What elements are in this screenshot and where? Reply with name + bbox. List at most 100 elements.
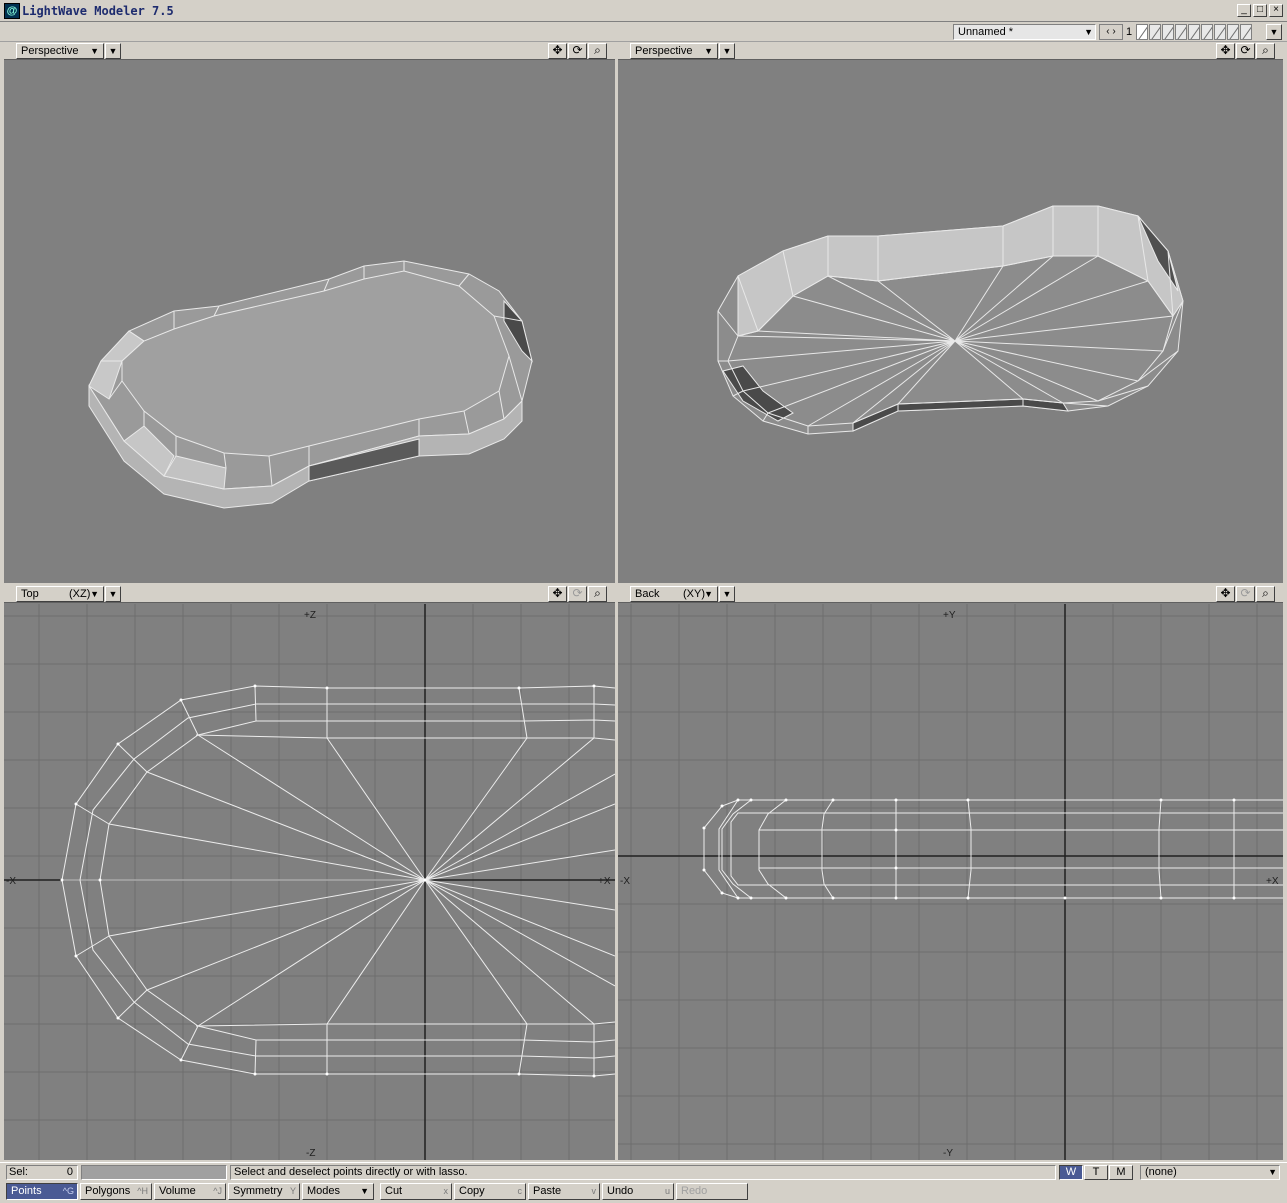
- perspective-shaded-view: [88, 260, 533, 509]
- status-bar: Sel: 0 Select and deselect points direct…: [0, 1162, 1287, 1181]
- viewport-header: Perspective ▼ ▼ ✥ ⟳ ⌕: [618, 42, 1283, 60]
- button-label: Redo: [681, 1185, 708, 1197]
- move-view-icon[interactable]: ✥: [1216, 43, 1235, 59]
- button-label: Symmetry: [233, 1185, 283, 1197]
- move-view-icon[interactable]: ✥: [548, 586, 567, 602]
- close-icon[interactable]: ×: [1269, 4, 1283, 17]
- app-title: LightWave Modeler 7.5: [22, 4, 174, 18]
- volume-mode-button[interactable]: Volume ^J: [154, 1183, 226, 1200]
- view-type-select[interactable]: Perspective ▼: [16, 43, 104, 59]
- zoom-view-icon[interactable]: ⌕: [588, 43, 607, 59]
- polygons-mode-button[interactable]: Polygons ^H: [80, 1183, 152, 1200]
- surface-select[interactable]: (none) ▼: [1140, 1165, 1280, 1180]
- wireframe-mode-button[interactable]: W: [1059, 1165, 1083, 1180]
- back-orthographic-view: +Y -Y -X +X: [618, 604, 1283, 1160]
- texture-mode-button[interactable]: T: [1084, 1165, 1108, 1180]
- surface-select-value: (none): [1145, 1166, 1177, 1178]
- layer-menu-button[interactable]: ▼: [1266, 24, 1282, 40]
- rotate-view-icon: ⟳: [1236, 586, 1255, 602]
- view-options-button[interactable]: ▼: [719, 43, 735, 59]
- grid: [618, 604, 1283, 1160]
- material-mode-button[interactable]: M: [1109, 1165, 1133, 1180]
- zoom-view-icon[interactable]: ⌕: [588, 586, 607, 602]
- progress-bar: [81, 1165, 227, 1180]
- view-axis-label: (XZ): [69, 588, 91, 600]
- cut-button[interactable]: Cut x: [380, 1183, 452, 1200]
- layer-8-button[interactable]: [1227, 24, 1239, 40]
- viewport-bottom-left[interactable]: Top (XZ) ▼ ▼ ✥ ⟳ ⌕ +Z -Z -X +X: [4, 585, 615, 1160]
- layer-9-button[interactable]: [1240, 24, 1252, 40]
- paste-button[interactable]: Paste v: [528, 1183, 600, 1200]
- chevron-down-icon: ▼: [90, 589, 99, 599]
- view-options-button[interactable]: ▼: [719, 586, 735, 602]
- chevron-down-icon: ▼: [704, 46, 713, 56]
- chevron-down-icon: ▼: [1268, 1167, 1277, 1177]
- lightwave-app-icon[interactable]: @: [4, 3, 20, 19]
- button-label: Volume: [159, 1185, 196, 1197]
- view-type-label: Back: [635, 588, 660, 600]
- shortcut-key: v: [591, 1186, 597, 1196]
- modes-menu-button[interactable]: Modes ▼: [302, 1183, 374, 1200]
- view-type-select[interactable]: Top (XZ) ▼: [16, 586, 104, 602]
- viewport-bottom-right[interactable]: Back (XY) ▼ ▼ ✥ ⟳ ⌕ +Y -Y -X +X: [618, 585, 1283, 1160]
- view-type-label: Perspective: [635, 45, 693, 57]
- object-prev-next-button[interactable]: ‹ ›: [1099, 24, 1123, 40]
- points-mode-button[interactable]: Points ^G: [6, 1183, 78, 1200]
- symmetry-button[interactable]: Symmetry Y: [228, 1183, 300, 1200]
- view-axis-label: (XY): [683, 588, 705, 600]
- viewport-top-right[interactable]: Perspective ▼ ▼ ✥ ⟳ ⌕: [618, 42, 1283, 583]
- view-tools: ✥ ⟳ ⌕: [1216, 43, 1275, 59]
- redo-button: Redo: [676, 1183, 748, 1200]
- undo-button[interactable]: Undo u: [602, 1183, 674, 1200]
- view-options-button[interactable]: ▼: [105, 586, 121, 602]
- object-name: Unnamed *: [958, 26, 1014, 38]
- chevron-down-icon: ▼: [90, 46, 99, 56]
- move-view-icon[interactable]: ✥: [548, 43, 567, 59]
- viewport-header: Back (XY) ▼ ▼ ✥ ⟳ ⌕: [618, 585, 1283, 603]
- shortcut-key: x: [443, 1186, 449, 1196]
- button-label: Points: [11, 1185, 42, 1197]
- axis-label-right: +X: [1266, 876, 1279, 887]
- help-text: Select and deselect points directly or w…: [230, 1165, 1056, 1180]
- viewport-top-left[interactable]: Perspective ▼ ▼ ✥ ⟳ ⌕: [4, 42, 615, 583]
- object-select[interactable]: Unnamed * ▼: [953, 24, 1096, 40]
- zoom-view-icon[interactable]: ⌕: [1256, 586, 1275, 602]
- move-view-icon[interactable]: ✥: [1216, 586, 1235, 602]
- view-type-label: Perspective: [21, 45, 79, 57]
- layer-5-button[interactable]: [1188, 24, 1200, 40]
- view-type-select[interactable]: Back (XY) ▼: [630, 586, 718, 602]
- shortcut-key: Y: [289, 1186, 296, 1196]
- rotate-view-icon[interactable]: ⟳: [568, 43, 587, 59]
- view-tools: ✥ ⟳ ⌕: [548, 43, 607, 59]
- axes: [618, 604, 1283, 1160]
- viewport-header: Top (XZ) ▼ ▼ ✥ ⟳ ⌕: [4, 585, 615, 603]
- wireframe: [703, 799, 1283, 899]
- layer-4-button[interactable]: [1175, 24, 1187, 40]
- window-controls: _ □ ×: [1237, 4, 1283, 17]
- copy-button[interactable]: Copy c: [454, 1183, 526, 1200]
- title-bar: @ LightWave Modeler 7.5 _ □ ×: [0, 0, 1287, 22]
- minimize-icon[interactable]: _: [1237, 4, 1251, 17]
- axis-label-top: +Y: [943, 610, 956, 621]
- shortcut-key: ^G: [62, 1186, 74, 1196]
- button-label: Modes: [307, 1185, 341, 1197]
- layer-1-button[interactable]: [1136, 24, 1148, 40]
- zoom-view-icon[interactable]: ⌕: [1256, 43, 1275, 59]
- shortcut-key: ^J: [213, 1186, 222, 1196]
- axis-label-left: -X: [620, 876, 630, 887]
- rotate-view-icon[interactable]: ⟳: [1236, 43, 1255, 59]
- shortcut-key: u: [664, 1186, 670, 1196]
- axis-label-left: -X: [6, 876, 16, 887]
- chevron-down-icon: ▼: [704, 589, 713, 599]
- layer-7-button[interactable]: [1214, 24, 1226, 40]
- layer-2-button[interactable]: [1149, 24, 1161, 40]
- axis-label-right: +X: [598, 876, 611, 887]
- layer-3-button[interactable]: [1162, 24, 1174, 40]
- view-options-button[interactable]: ▼: [105, 43, 121, 59]
- wireframe-points: [60, 684, 596, 1078]
- maximize-icon[interactable]: □: [1253, 4, 1267, 17]
- layer-number: 1: [1126, 26, 1133, 38]
- view-type-select[interactable]: Perspective ▼: [630, 43, 718, 59]
- axis-label-bottom: -Z: [306, 1148, 315, 1159]
- layer-6-button[interactable]: [1201, 24, 1213, 40]
